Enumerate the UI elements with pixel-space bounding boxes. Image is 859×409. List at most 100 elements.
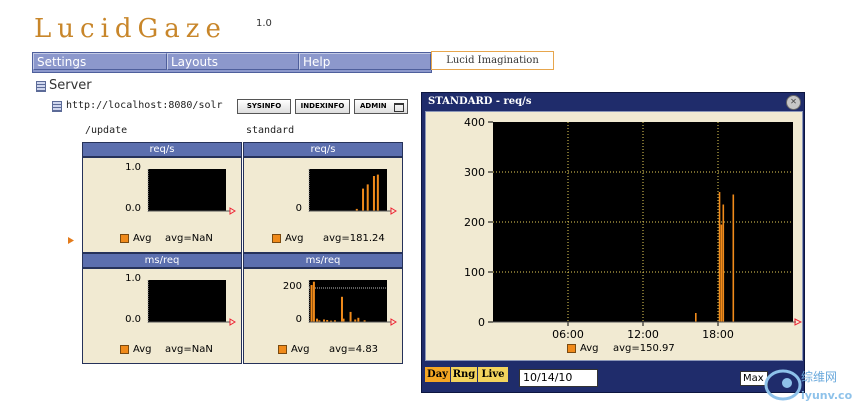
data-bar xyxy=(372,176,375,211)
y-tick: 0 xyxy=(295,203,302,214)
app-logo: LucidGaze 1.0 xyxy=(34,14,272,44)
mini-chart xyxy=(308,169,397,215)
x-ticks: 06:00 12:00 18:00 xyxy=(552,322,734,341)
legend-swatch xyxy=(272,234,281,243)
axis-arrow-icon xyxy=(390,207,397,215)
y-ticks: 0 100 200 300 400 xyxy=(464,116,493,329)
y-tick-label: 300 xyxy=(464,166,485,179)
legend-label: Avg xyxy=(285,233,304,244)
panel-update-msreq: ms/req 1.0 0.0 Avg avg=NaN xyxy=(82,253,242,364)
legend-label: Avg xyxy=(133,344,152,355)
menu-help[interactable]: Help xyxy=(299,53,431,70)
y-tick-label: 0 xyxy=(478,316,485,329)
panel-title: ms/req xyxy=(244,254,402,269)
day-button[interactable]: Day xyxy=(425,367,450,382)
axis-arrow-icon xyxy=(229,318,236,326)
data-bar xyxy=(312,281,315,322)
close-icon[interactable]: ✕ xyxy=(786,95,801,110)
big-chart-svg: 0 100 200 300 400 06:00 12:00 18:00 xyxy=(464,116,802,341)
panel-title: req/s xyxy=(83,143,241,158)
menu-bar: Settings Layouts Help xyxy=(32,52,432,73)
big-chart: 0 100 200 300 400 06:00 12:00 18:00 Avg avg=15… xyxy=(425,111,803,361)
chart-window: STANDARD - req/s ✕ 0 100 200 300 400 06:00 12… xyxy=(421,92,805,393)
panel-update-reqs: req/s 1.0 0.0 Avg avg=NaN xyxy=(82,142,242,253)
panel-title: req/s xyxy=(244,143,402,158)
server-node[interactable]: Server xyxy=(49,78,92,93)
plot-area xyxy=(309,280,387,322)
indexinfo-button[interactable]: INDEXINFO xyxy=(295,99,350,114)
data-bar xyxy=(722,204,725,322)
legend-label: Avg xyxy=(291,344,310,355)
legend-swatch xyxy=(120,234,129,243)
data-bar xyxy=(310,285,313,322)
app-version: 1.0 xyxy=(256,18,272,29)
date-input[interactable]: 10/14/10 xyxy=(519,369,598,387)
menu-layouts[interactable]: Layouts xyxy=(167,53,299,70)
avg-value: avg=NaN xyxy=(165,344,213,355)
plot-area xyxy=(148,169,226,211)
y-tick: 0.0 xyxy=(125,314,141,325)
admin-button-label: ADMIN xyxy=(360,102,387,110)
server-icon xyxy=(36,81,46,92)
legend-label: Avg xyxy=(580,343,599,354)
y-tick-label: 400 xyxy=(464,116,485,129)
range-button[interactable]: Rng xyxy=(451,367,477,382)
data-bar xyxy=(316,318,319,322)
menu-settings[interactable]: Settings xyxy=(33,53,167,70)
mini-chart xyxy=(147,280,236,326)
sysinfo-button[interactable]: SYSINFO xyxy=(237,99,291,114)
column-update-label: /update xyxy=(85,125,128,136)
avg-value: avg=181.24 xyxy=(323,233,385,244)
data-bar xyxy=(376,174,379,211)
legend-swatch xyxy=(278,345,287,354)
chart-window-title: STANDARD - req/s xyxy=(428,96,532,107)
app-logo-text: LucidGaze xyxy=(34,14,227,44)
svg-text:iyunv.com: iyunv.com xyxy=(801,389,853,402)
axis-arrow-icon xyxy=(229,207,236,215)
avg-value: avg=150.97 xyxy=(613,343,675,354)
mini-chart xyxy=(308,280,397,326)
y-tick-label: 200 xyxy=(464,216,485,229)
host-icon xyxy=(52,101,62,112)
column-standard-label: standard xyxy=(246,125,295,136)
data-bar xyxy=(362,188,365,211)
legend-swatch xyxy=(120,345,129,354)
live-button[interactable]: Live xyxy=(478,367,508,382)
plot-area xyxy=(148,280,226,322)
x-tick-label: 12:00 xyxy=(627,328,659,341)
x-tick-label: 18:00 xyxy=(702,328,734,341)
mini-chart xyxy=(147,169,236,215)
window-icon xyxy=(394,103,404,112)
y-tick-label: 100 xyxy=(464,266,485,279)
data-bar xyxy=(342,318,345,322)
panel-title: ms/req xyxy=(83,254,241,269)
data-bar xyxy=(340,296,343,322)
svg-text:综维网: 综维网 xyxy=(801,370,837,384)
data-bar xyxy=(366,184,369,211)
plot-area xyxy=(309,169,387,211)
data-bar xyxy=(695,313,697,322)
host-node[interactable]: http://localhost:8080/solr xyxy=(66,100,223,111)
avg-value: avg=NaN xyxy=(165,233,213,244)
watermark-logo: 综维网 iyunv.com xyxy=(764,369,853,402)
avg-value: avg=4.83 xyxy=(329,344,379,355)
data-bar xyxy=(357,317,360,322)
y-tick: 1.0 xyxy=(125,273,141,284)
panel-standard-msreq: ms/req 200 0 Avg avg=4.83 xyxy=(243,253,403,364)
x-tick-label: 06:00 xyxy=(552,328,584,341)
legend-swatch xyxy=(567,344,576,353)
admin-button[interactable]: ADMIN xyxy=(354,99,408,114)
row-arrow-icon xyxy=(68,237,74,244)
axis-arrow-icon xyxy=(390,318,397,326)
y-tick: 1.0 xyxy=(125,162,141,173)
legend-label: Avg xyxy=(133,233,152,244)
y-tick: 200 xyxy=(282,281,302,292)
y-tick: 0 xyxy=(295,314,302,325)
y-tick: 0.0 xyxy=(125,203,141,214)
data-bar xyxy=(349,311,352,322)
data-bar xyxy=(718,192,721,322)
panel-standard-reqs: req/s 0 Avg avg=181.24 xyxy=(243,142,403,253)
data-bar xyxy=(720,224,723,322)
data-bar xyxy=(732,194,735,322)
brand-link[interactable]: Lucid Imagination xyxy=(431,51,554,70)
